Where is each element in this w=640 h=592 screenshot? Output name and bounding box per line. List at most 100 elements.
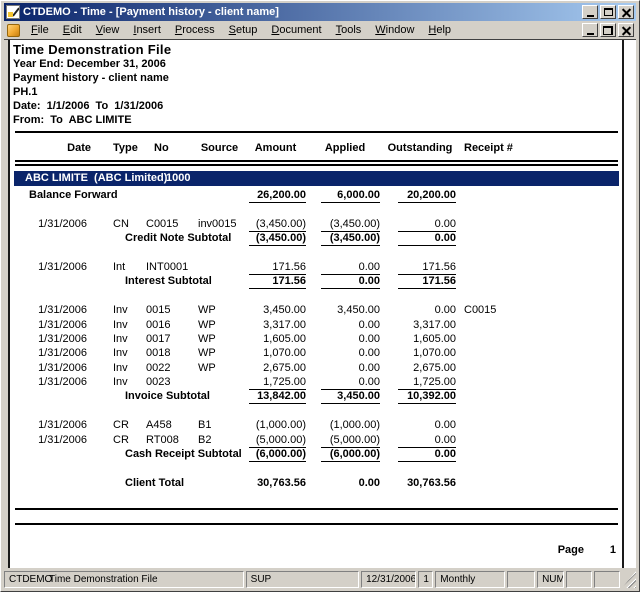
menu-view[interactable]: View [89,22,127,38]
maximize-icon [604,8,613,16]
amount-value: 3,450.00 [249,303,306,317]
page-number: 1 [584,544,616,556]
applied-value: 3,450.00 [321,303,380,317]
menu-window[interactable]: Window [368,22,421,38]
cell-no: 0017 [144,332,196,346]
report-row-data: 1/31/2006Inv0022WP2,675.000.002,675.00 [13,361,620,375]
applied-value: 0.00 [321,346,380,360]
cell-receipt [458,433,620,448]
cell-type: Int [101,260,144,275]
cell-type: CR [101,433,144,448]
column-header-no: No [144,142,196,156]
resize-grip-icon[interactable] [622,571,636,588]
applied-value: (1,000.00) [321,418,380,432]
cell-receipt [458,476,620,490]
applied-value: 3,450.00 [321,389,380,404]
cell-receipt [458,447,620,462]
cell-amount: 13,842.00 [243,389,308,404]
amount-value: 30,763.56 [249,476,306,490]
applied-value: 0.00 [321,260,380,275]
menu-bar: FileEditViewInsertProcessSetupDocumentTo… [4,21,636,39]
cell-type: Inv [101,332,144,346]
cell-amount: 26,200.00 [243,188,308,203]
report-header-line: Year End: December 31, 2006 [13,57,620,71]
cell-source: WP [196,361,243,375]
report-view: Time Demonstration File Year End: Decemb… [4,39,636,568]
cell-outstanding: 1,070.00 [382,346,458,360]
cell-receipt [458,318,620,332]
applied-value: (5,000.00) [321,433,380,448]
outstanding-value: 30,763.56 [398,476,456,490]
cell-no: INT0001 [144,260,196,275]
cell-date: 1/31/2006 [13,318,101,332]
menu-edit[interactable]: Edit [56,22,89,38]
outstanding-value: 0.00 [398,217,456,232]
client-group-bar: ABC LIMITE (ABC Limited) 1000 [14,171,619,186]
cell-date: 1/31/2006 [13,433,101,448]
menu-setup[interactable]: Setup [222,22,265,38]
cell-receipt [458,217,620,232]
cell-source [196,260,243,275]
menu-help[interactable]: Help [421,22,458,38]
cell-no: RT008 [144,433,196,448]
cell-amount: (3,450.00) [243,231,308,246]
cell-applied: 6,000.00 [308,188,382,203]
status-empty-3 [594,571,620,588]
menu-file[interactable]: File [24,22,56,38]
cell-applied: 3,450.00 [308,303,382,317]
child-close-icon [622,26,631,35]
outstanding-value: 0.00 [398,231,456,246]
cell-source: WP [196,303,243,317]
row-label: Cash Receipt Subtotal [13,447,243,462]
amount-value: (6,000.00) [249,447,306,462]
amount-value: (1,000.00) [249,418,306,432]
client-name: ABC LIMITE (ABC Limited) [25,172,167,184]
row-label: Credit Note Subtotal [13,231,243,246]
close-button[interactable] [618,5,634,19]
cell-type: Inv [101,361,144,375]
cell-date: 1/31/2006 [13,361,101,375]
cell-no: 0015 [144,303,196,317]
maximize-button[interactable] [600,5,616,19]
cell-no: 0023 [144,375,196,390]
amount-value: (3,450.00) [249,217,306,232]
cell-amount: 3,450.00 [243,303,308,317]
child-minimize-button[interactable] [582,23,598,37]
cell-date: 1/31/2006 [13,346,101,360]
report-row-subtotal: Interest Subtotal171.560.00171.56 [13,274,620,288]
row-label: Interest Subtotal [13,274,243,289]
document-icon[interactable] [7,24,20,37]
cell-receipt [458,231,620,246]
cell-amount: 1,605.00 [243,332,308,346]
cell-applied: 0.00 [308,375,382,390]
menu-insert[interactable]: Insert [126,22,168,38]
child-minimize-icon [587,33,594,35]
title-bar[interactable]: CTDEMO - Time - [Payment history - clien… [4,3,636,21]
cell-outstanding: 30,763.56 [382,476,458,490]
app-icon[interactable] [6,5,20,19]
child-restore-button[interactable] [600,23,616,37]
status-empty-1 [507,571,535,588]
amount-value: (5,000.00) [249,433,306,448]
menu-document[interactable]: Document [264,22,328,38]
cell-amount: 30,763.56 [243,476,308,490]
report-row-subtotal: Invoice Subtotal13,842.003,450.0010,392.… [13,389,620,403]
applied-value: 0.00 [321,274,380,289]
window-title: CTDEMO - Time - [Payment history - clien… [23,6,582,18]
amount-value: 1,070.00 [249,346,306,360]
minimize-button[interactable] [582,5,598,19]
menu-process[interactable]: Process [168,22,222,38]
footer-rule-1 [15,508,618,510]
child-close-button[interactable] [618,23,634,37]
report-header-line: From: To ABC LIMITE [13,113,620,127]
menu-tools[interactable]: Tools [329,22,369,38]
amount-value: 171.56 [249,274,306,289]
cell-amount: 171.56 [243,260,308,275]
report-row-data: 1/31/2006IntINT0001171.560.00171.56 [13,260,620,274]
report-row-balance: Balance Forward26,200.006,000.0020,200.0… [13,188,620,202]
cell-date: 1/31/2006 [13,418,101,432]
status-user: SUP [246,571,359,588]
status-company-file-part2: Time Demonstration File [49,574,158,585]
cell-amount: 1,070.00 [243,346,308,360]
page-indicator: Page1 [13,544,620,556]
